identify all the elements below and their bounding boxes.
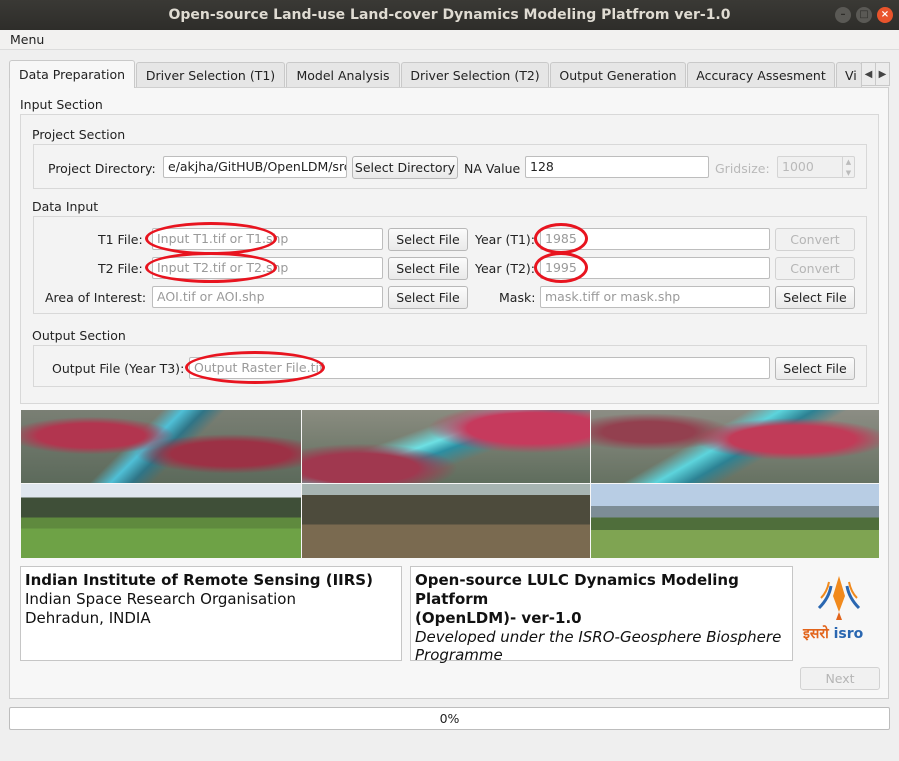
gridsize-label: Gridsize: — [715, 161, 770, 176]
maximize-icon[interactable]: □ — [856, 7, 872, 23]
organisation-line: Indian Space Research Organisation — [25, 590, 296, 608]
satellite-image-1 — [21, 410, 301, 483]
tab-driver-selection-t2[interactable]: Driver Selection (T2) — [401, 62, 549, 87]
tab-driver-selection-t1[interactable]: Driver Selection (T1) — [136, 62, 285, 87]
organisation-info-box: Indian Institute of Remote Sensing (IIRS… — [20, 566, 402, 661]
minimize-icon[interactable]: – — [835, 7, 851, 23]
satellite-image-2 — [302, 410, 590, 483]
tab-bar: Data Preparation Driver Selection (T1) M… — [9, 60, 890, 88]
project-section-title: Project Section — [32, 127, 126, 142]
t2-file-field[interactable]: Input T2.tif or T2.shp — [152, 257, 383, 279]
window-title: Open-source Land-use Land-cover Dynamics… — [168, 7, 731, 23]
platform-subtitle-line2: Programme — [415, 646, 503, 664]
isro-logo-latin: isro — [833, 626, 864, 642]
menu-item[interactable]: Menu — [10, 32, 44, 47]
output-section-title: Output Section — [32, 328, 126, 343]
forest-photo — [302, 484, 590, 558]
progress-bar: 0% — [9, 707, 890, 730]
landscape-photo — [591, 484, 879, 558]
menu-bar: Menu — [0, 30, 899, 50]
output-file-field[interactable]: Output Raster File.tif — [189, 357, 770, 379]
tab-scroll-left-icon[interactable]: ◀ — [861, 62, 876, 86]
tab-data-preparation[interactable]: Data Preparation — [9, 60, 135, 88]
organisation-title: Indian Institute of Remote Sensing (IIRS… — [25, 571, 373, 589]
year-t2-field[interactable]: 1995 — [540, 257, 770, 279]
spin-arrows-icon: ▲ ▼ — [842, 156, 854, 178]
mask-field[interactable]: mask.tiff or mask.shp — [540, 286, 770, 308]
progress-text: 0% — [439, 711, 460, 726]
tab-scroll-right-icon[interactable]: ▶ — [875, 62, 890, 86]
project-directory-field[interactable]: e/akjha/GitHUB/OpenLDM/src — [163, 156, 347, 178]
na-value-field[interactable]: 128 — [525, 156, 709, 178]
year-t1-field[interactable]: 1985 — [540, 228, 770, 250]
title-bar: Open-source Land-use Land-cover Dynamics… — [0, 0, 899, 30]
satellite-image-3 — [591, 410, 879, 483]
organisation-location: Dehradun, INDIA — [25, 609, 151, 627]
mask-label: Mask: — [499, 290, 536, 305]
t1-select-file-button[interactable]: Select File — [388, 228, 468, 251]
next-button: Next — [800, 667, 880, 690]
platform-title-line2: (OpenLDM)- ver-1.0 — [415, 609, 582, 627]
aoi-label: Area of Interest: — [45, 290, 147, 305]
close-icon[interactable]: × — [877, 7, 893, 23]
select-directory-button[interactable]: Select Directory — [352, 156, 458, 179]
year-t1-label: Year (T1): — [475, 232, 535, 247]
grassland-photo — [21, 484, 301, 558]
isro-logo: इसरो isro — [799, 568, 879, 660]
output-file-label: Output File (Year T3): — [52, 361, 185, 376]
tab-output-generation[interactable]: Output Generation — [550, 62, 686, 87]
input-section-title: Input Section — [20, 97, 103, 112]
aoi-select-file-button[interactable]: Select File — [388, 286, 468, 309]
isro-rocket-icon — [817, 576, 861, 620]
tab-model-analysis[interactable]: Model Analysis — [286, 62, 400, 87]
t1-file-label: T1 File: — [98, 232, 143, 247]
tab-partial[interactable]: Vi — [836, 62, 862, 87]
t2-select-file-button[interactable]: Select File — [388, 257, 468, 280]
platform-info-box: Open-source LULC Dynamics Modeling Platf… — [410, 566, 793, 664]
t1-file-field[interactable]: Input T1.tif or T1.shp — [152, 228, 383, 250]
t1-convert-button: Convert — [775, 228, 855, 251]
isro-logo-hindi: इसरो — [803, 626, 829, 642]
aoi-field[interactable]: AOI.tif or AOI.shp — [152, 286, 383, 308]
year-t2-label: Year (T2): — [475, 261, 535, 276]
tab-accuracy-assesment[interactable]: Accuracy Assesment — [687, 62, 835, 87]
na-value-label: NA Value — [464, 161, 521, 176]
platform-subtitle-line1: Developed under the ISRO-Geosphere Biosp… — [415, 628, 782, 646]
project-directory-label: Project Directory: — [48, 161, 156, 176]
data-preparation-page: Input Section Project Section Project Di… — [9, 87, 889, 699]
data-input-title: Data Input — [32, 199, 99, 214]
platform-title-line1: Open-source LULC Dynamics Modeling Platf… — [415, 571, 739, 608]
t2-convert-button: Convert — [775, 257, 855, 280]
t2-file-label: T2 File: — [98, 261, 143, 276]
mask-select-file-button[interactable]: Select File — [775, 286, 855, 309]
output-select-file-button[interactable]: Select File — [775, 357, 855, 380]
